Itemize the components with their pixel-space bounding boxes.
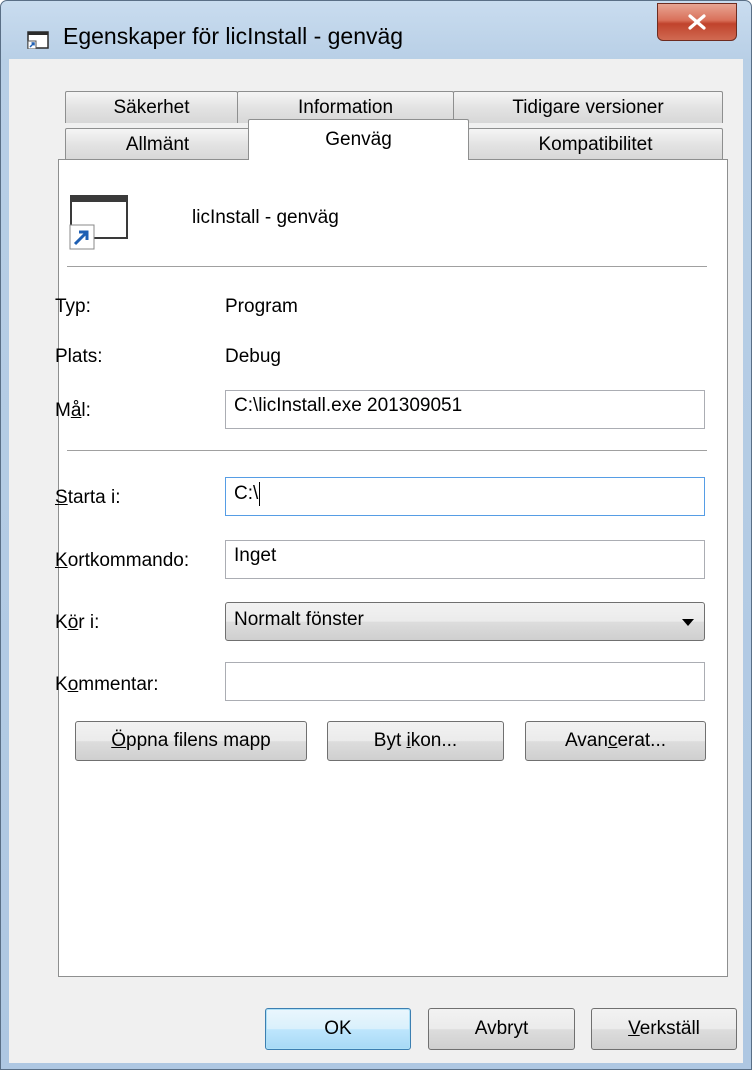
comment-label: Kommentar: (55, 674, 159, 695)
window-title: Egenskaper för licInstall - genväg (63, 23, 404, 49)
type-value: Program (225, 296, 298, 317)
shortcut-tab-panel: licInstall - genväg Typ: Program Plats: … (55, 159, 728, 977)
location-label: Plats: (55, 346, 103, 367)
run-label: Kör i: (55, 612, 100, 633)
shortcut-name: licInstall - genväg (192, 207, 339, 228)
type-label: Typ: (55, 296, 91, 317)
cancel-button[interactable]: Avbryt (428, 1008, 575, 1050)
open-file-location-button[interactable]: Öppna filens mapp (75, 721, 307, 761)
start-in-field[interactable]: C:\ (225, 477, 705, 516)
location-value: Debug (225, 346, 281, 367)
comment-field[interactable] (225, 662, 705, 701)
run-select[interactable]: Normalt fönster (225, 602, 705, 641)
hotkey-label: Kortkommando: (55, 550, 190, 571)
shortcut-app-icon (27, 31, 49, 49)
tab-tidigare-versioner[interactable]: Tidigare versioner (453, 91, 723, 123)
shortcut-window-icon (69, 195, 128, 250)
hotkey-field[interactable]: Inget (225, 540, 705, 579)
close-icon (688, 14, 706, 30)
properties-window: Egenskaper för licInstall - genväg Säker… (0, 0, 752, 1070)
change-icon-button[interactable]: Byt ikon... (327, 721, 504, 761)
apply-button[interactable]: Verkställ (591, 1008, 737, 1050)
tab-allmant[interactable]: Allmänt (65, 128, 250, 160)
start-in-label: Starta i: (55, 487, 121, 508)
tab-sakerhet[interactable]: Säkerhet (65, 91, 238, 123)
ok-button[interactable]: OK (265, 1008, 411, 1050)
separator (67, 266, 707, 267)
separator (67, 450, 707, 451)
text-caret (259, 482, 261, 506)
close-button[interactable] (657, 3, 737, 41)
target-field[interactable]: C:\licInstall.exe 201309051 (225, 390, 705, 429)
target-label: Mål: (55, 400, 91, 421)
advanced-button[interactable]: Avancerat... (525, 721, 706, 761)
tab-kompatibilitet[interactable]: Kompatibilitet (468, 128, 723, 160)
tab-genvag[interactable]: Genväg (248, 119, 469, 160)
chevron-down-icon (682, 619, 694, 626)
